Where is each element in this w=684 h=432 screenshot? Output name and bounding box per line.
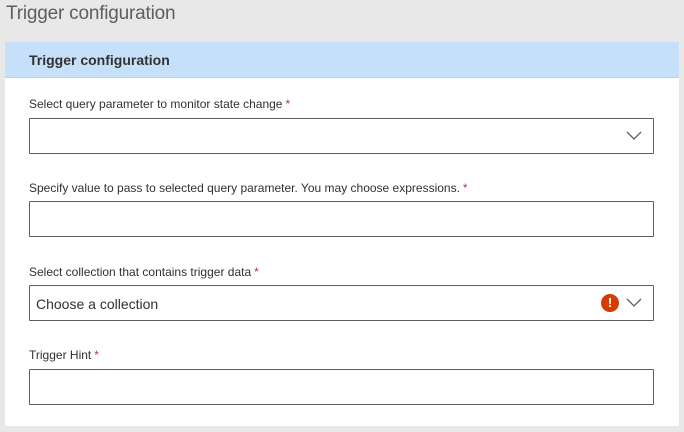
error-icon: ! [601,294,619,312]
chevron-down-icon[interactable] [626,296,642,308]
required-marker: * [462,181,468,195]
required-marker: * [94,348,99,362]
collection-dropdown[interactable]: Choose a collection ! [29,285,654,321]
trigger-hint-label-text: Trigger Hint [29,348,92,362]
required-marker: * [285,97,291,111]
required-marker: * [254,265,259,279]
query-parameter-label: Select query parameter to monitor state … [29,97,290,111]
query-parameter-value-label-text: Specify value to pass to selected query … [29,181,460,195]
panel-header: Trigger configuration [5,42,679,78]
chevron-down-icon[interactable] [626,129,642,141]
query-parameter-value-label: Specify value to pass to selected query … [29,181,468,195]
trigger-configuration-panel: Trigger configuration Select query param… [5,42,679,426]
query-parameter-value-input[interactable] [29,201,654,237]
collection-selected-value: Choose a collection [36,296,159,312]
panel-header-title: Trigger configuration [29,52,170,68]
query-parameter-dropdown[interactable] [29,118,654,154]
collection-label: Select collection that contains trigger … [29,265,259,279]
trigger-hint-label: Trigger Hint * [29,348,99,362]
trigger-hint-input[interactable] [29,369,654,405]
query-parameter-label-text: Select query parameter to monitor state … [29,97,283,111]
collection-label-text: Select collection that contains trigger … [29,265,252,279]
page-title: Trigger configuration [6,3,176,24]
